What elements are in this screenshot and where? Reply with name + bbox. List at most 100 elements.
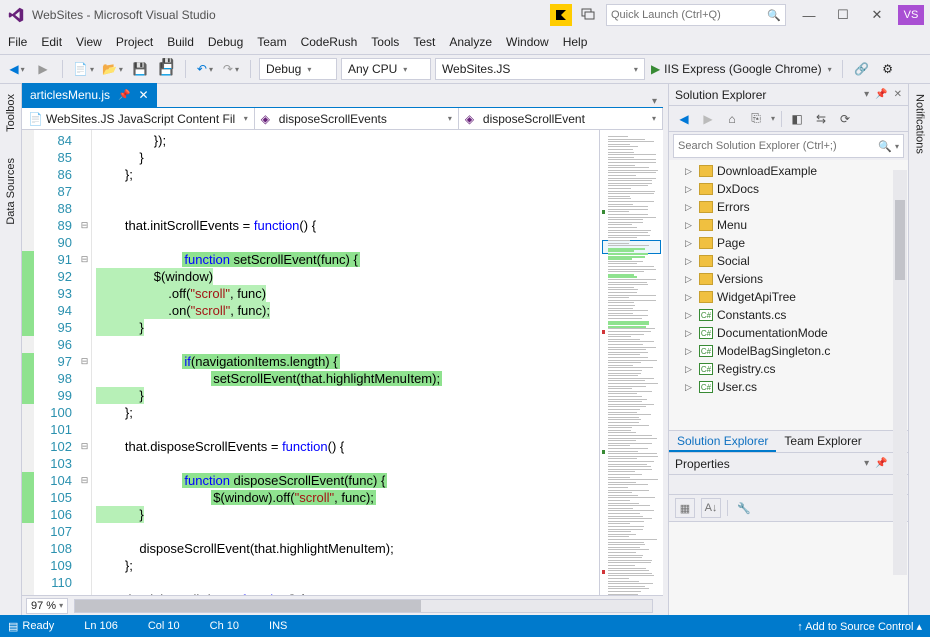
menu-window[interactable]: Window bbox=[506, 35, 549, 49]
solution-tree[interactable]: ▷DownloadExample▷DxDocs▷Errors▷Menu▷Page… bbox=[669, 160, 908, 430]
solution-explorer-toolbar: ◀ ▶ ⌂ ⎘ ▾ ◧ ⇆ ⟳ bbox=[669, 106, 908, 132]
quick-launch-placeholder: Quick Launch (Ctrl+Q) bbox=[611, 9, 721, 21]
data-sources-tab[interactable]: Data Sources bbox=[3, 154, 19, 229]
toolbox-tab[interactable]: Toolbox bbox=[3, 90, 19, 136]
autohide-icon[interactable]: 📌 bbox=[875, 89, 887, 100]
minimize-button[interactable]: — bbox=[792, 3, 826, 27]
menu-file[interactable]: File bbox=[8, 35, 27, 49]
tree-item[interactable]: ▷DxDocs bbox=[669, 180, 908, 198]
titlebar: WebSites - Microsoft Visual Studio Quick… bbox=[0, 0, 930, 30]
folding-margin[interactable]: ⊟⊟⊟⊟⊟⊟⊟ bbox=[78, 130, 92, 595]
menu-team[interactable]: Team bbox=[257, 35, 286, 49]
code-text[interactable]: }); } }; that.initScrollEvents = functio… bbox=[92, 130, 599, 595]
tree-item[interactable]: ▷WidgetApiTree bbox=[669, 288, 908, 306]
window-position-icon[interactable]: ▾ bbox=[864, 458, 869, 469]
pin-icon[interactable]: 📌 bbox=[118, 90, 130, 101]
tree-item[interactable]: ▷Social bbox=[669, 252, 908, 270]
tree-item[interactable]: ▷Versions bbox=[669, 270, 908, 288]
quick-launch-input[interactable]: Quick Launch (Ctrl+Q) 🔍 bbox=[606, 4, 786, 26]
platform-combo[interactable]: Any CPU▾ bbox=[341, 58, 431, 80]
tree-item[interactable]: ▷C#ModelBagSingleton.c bbox=[669, 342, 908, 360]
source-control-button[interactable]: ↑ Add to Source Control ▴ bbox=[797, 620, 922, 633]
se-scope-button[interactable]: ◧ bbox=[788, 110, 806, 128]
tree-item[interactable]: ▷Page bbox=[669, 234, 908, 252]
startup-combo[interactable]: WebSites.JS▾ bbox=[435, 58, 645, 80]
tab-solution-explorer[interactable]: Solution Explorer bbox=[669, 431, 776, 452]
se-refresh-button[interactable]: ⟳ bbox=[836, 110, 854, 128]
status-col: Col 10 bbox=[148, 620, 180, 632]
horizontal-scrollbar[interactable] bbox=[74, 599, 653, 613]
nav-back-button[interactable]: ◀▾ bbox=[6, 58, 28, 80]
nav-scope-combo[interactable]: 📄 WebSites.JS JavaScript Content Fil ▾ bbox=[22, 108, 255, 129]
editor-bottom-bar: 97 %▾ bbox=[22, 595, 663, 615]
tree-item[interactable]: ▷C#Constants.cs bbox=[669, 306, 908, 324]
close-panel-icon[interactable]: ✕ bbox=[894, 89, 902, 100]
se-forward-button[interactable]: ▶ bbox=[699, 110, 717, 128]
menu-coderush[interactable]: CodeRush bbox=[301, 35, 358, 49]
tab-overflow-icon[interactable]: ▾ bbox=[652, 96, 657, 107]
notifications-tab[interactable]: Notifications bbox=[912, 90, 928, 158]
menu-analyze[interactable]: Analyze bbox=[449, 35, 492, 49]
explorer-tabs: Solution Explorer Team Explorer bbox=[669, 430, 908, 452]
se-home-button[interactable]: ⌂ bbox=[723, 110, 741, 128]
se-back-button[interactable]: ◀ bbox=[675, 110, 693, 128]
line-number-gutter: 8485868788899091929394959697989910010110… bbox=[34, 130, 78, 595]
tree-scrollbar[interactable] bbox=[893, 170, 907, 575]
main-toolbar: ◀▾ ▶ 📄▾ 📂▾ 💾 💾💾 ↶▾ ↷▾ Debug▾ Any CPU▾ We… bbox=[0, 54, 930, 84]
maximize-button[interactable]: ☐ bbox=[826, 3, 860, 27]
tree-item[interactable]: ▷C#User.cs bbox=[669, 378, 908, 396]
nav-type-combo[interactable]: ◈ disposeScrollEvents ▾ bbox=[255, 108, 459, 129]
menu-tools[interactable]: Tools bbox=[371, 35, 399, 49]
tree-item[interactable]: ▷Menu bbox=[669, 216, 908, 234]
menu-project[interactable]: Project bbox=[116, 35, 153, 49]
right-tool-rail: Notifications bbox=[908, 84, 930, 615]
save-button[interactable]: 💾 bbox=[129, 58, 151, 80]
menu-edit[interactable]: Edit bbox=[41, 35, 62, 49]
code-editor[interactable]: 8485868788899091929394959697989910010110… bbox=[22, 130, 599, 595]
undo-button[interactable]: ↶▾ bbox=[194, 58, 216, 80]
open-file-button[interactable]: 📂▾ bbox=[100, 58, 125, 80]
properties-header[interactable]: Properties ▾📌✕ bbox=[669, 453, 908, 475]
vs-logo-icon bbox=[6, 5, 26, 25]
tree-item[interactable]: ▷C#Registry.cs bbox=[669, 360, 908, 378]
document-tab[interactable]: articlesMenu.js 📌 ✕ bbox=[22, 83, 157, 107]
config-combo[interactable]: Debug▾ bbox=[259, 58, 337, 80]
account-badge[interactable]: VS bbox=[898, 5, 924, 25]
save-all-button[interactable]: 💾💾 bbox=[155, 58, 177, 80]
solution-explorer-search[interactable]: Search Solution Explorer (Ctrl+;) 🔍 ▾ bbox=[673, 134, 904, 158]
code-minimap[interactable] bbox=[599, 130, 663, 595]
menu-build[interactable]: Build bbox=[167, 35, 194, 49]
menu-debug[interactable]: Debug bbox=[208, 35, 243, 49]
js-file-icon: 📄 bbox=[28, 112, 42, 126]
run-button[interactable]: ▶IIS Express (Google Chrome)▾ bbox=[649, 58, 834, 80]
tab-team-explorer[interactable]: Team Explorer bbox=[776, 431, 869, 452]
property-pages-button[interactable]: 🔧 bbox=[734, 498, 754, 518]
close-button[interactable]: ✕ bbox=[860, 3, 894, 27]
tree-item[interactable]: ▷C#DocumentationMode bbox=[669, 324, 908, 342]
se-sync-button[interactable]: ⎘ bbox=[747, 110, 765, 128]
search-icon: 🔍 bbox=[767, 9, 781, 22]
browser-link-button[interactable]: 🔗 bbox=[851, 58, 873, 80]
redo-button[interactable]: ↷▾ bbox=[220, 58, 242, 80]
new-project-button[interactable]: 📄▾ bbox=[71, 58, 96, 80]
zoom-combo[interactable]: 97 %▾ bbox=[26, 598, 68, 614]
nav-forward-button[interactable]: ▶ bbox=[32, 58, 54, 80]
close-tab-icon[interactable]: ✕ bbox=[138, 88, 148, 102]
menu-test[interactable]: Test bbox=[413, 35, 435, 49]
notification-flag-icon[interactable] bbox=[550, 4, 572, 26]
method-icon: ◈ bbox=[465, 112, 479, 126]
menu-view[interactable]: View bbox=[76, 35, 102, 49]
extensions-button[interactable]: ⚙ bbox=[877, 58, 899, 80]
feedback-icon[interactable] bbox=[576, 4, 600, 26]
menu-help[interactable]: Help bbox=[563, 35, 588, 49]
window-position-icon[interactable]: ▾ bbox=[864, 89, 869, 100]
solution-explorer-header[interactable]: Solution Explorer ▾📌✕ bbox=[669, 84, 908, 106]
se-collapse-button[interactable]: ⇆ bbox=[812, 110, 830, 128]
tree-item[interactable]: ▷DownloadExample bbox=[669, 162, 908, 180]
alphabetical-button[interactable]: A↓ bbox=[701, 498, 721, 518]
autohide-icon[interactable]: 📌 bbox=[875, 458, 887, 469]
tree-item[interactable]: ▷Errors bbox=[669, 198, 908, 216]
menubar: File Edit View Project Build Debug Team CodeRus… bbox=[0, 30, 930, 54]
categorized-button[interactable]: ▦ bbox=[675, 498, 695, 518]
nav-member-combo[interactable]: ◈ disposeScrollEvent ▾ bbox=[459, 108, 663, 129]
